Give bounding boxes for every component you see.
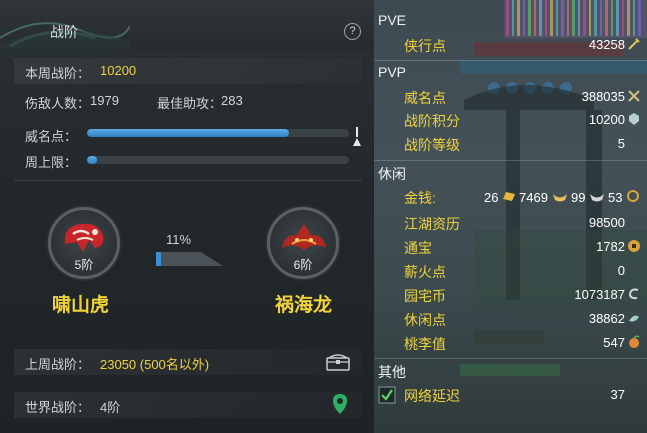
section-separator xyxy=(374,160,647,161)
row-jianghu: 江湖资历 98500 xyxy=(374,211,647,234)
row-rank-score-value: 10200 xyxy=(588,112,625,127)
row-tongbao-label: 通宝 xyxy=(404,240,432,256)
money-copper-value: 99 xyxy=(571,190,586,205)
row-house-coin-value: 1073187 xyxy=(574,287,625,302)
section-separator xyxy=(374,358,647,359)
help-button[interactable]: ? xyxy=(344,23,361,40)
money-gold-value: 26 xyxy=(484,190,499,205)
prestige-label: 威名点： xyxy=(25,129,78,144)
section-leisure: 休闲 xyxy=(378,166,406,182)
row-prestige: 威名点 388035 xyxy=(374,85,647,108)
money-silver-value: 7469 xyxy=(519,190,548,205)
money-label: 金钱: xyxy=(404,190,436,206)
row-leisure-points-value: 38862 xyxy=(588,311,625,326)
row-house-coin: 园宅币 1073187 xyxy=(374,283,647,306)
section-pve: PVE xyxy=(378,12,407,28)
section-separator xyxy=(374,60,647,61)
section-pvp: PVP xyxy=(378,64,407,80)
sword-icon xyxy=(628,38,640,50)
current-rank-emblem[interactable]: 5阶 xyxy=(48,207,120,279)
gold-ingot-icon xyxy=(503,192,515,201)
peach-icon xyxy=(629,335,640,348)
section-other: 其他 xyxy=(378,364,406,380)
dragon-mask-icon xyxy=(282,224,326,250)
last-week-value: 23050 (500名以外) xyxy=(100,357,210,372)
last-week-row: 上周战阶： 23050 (500名以外) xyxy=(14,349,362,375)
row-latency[interactable]: 网络延迟 37 xyxy=(374,383,647,406)
row-latency-label: 网络延迟 xyxy=(404,388,460,404)
row-tongbao-value: 1782 xyxy=(596,239,625,254)
tiger-mask-icon xyxy=(64,223,104,252)
weekly-cap-bar xyxy=(87,156,349,164)
row-house-coin-label: 园宅币 xyxy=(404,288,446,304)
latency-checkbox[interactable] xyxy=(378,386,396,404)
row-prestige-value: 388035 xyxy=(581,89,625,104)
row-rank-level-label: 战阶等级 xyxy=(404,137,460,153)
row-xinhuo: 薪火点 0 xyxy=(374,259,647,282)
row-rank-level: 战阶等级 5 xyxy=(374,132,647,155)
assist-label: 最佳助攻： xyxy=(157,96,223,111)
screen: { "left_panel": { "title": "战阶", "help":… xyxy=(0,0,647,433)
row-xiaxing: 侠行点 43258 xyxy=(374,33,647,56)
row-xinhuo-label: 薪火点 xyxy=(404,264,446,280)
leisure-icon xyxy=(629,315,639,322)
panel-title: 战阶 xyxy=(50,24,78,40)
money-ingot-value: 53 xyxy=(608,190,623,205)
week-rank-value: 10200 xyxy=(100,63,137,78)
row-xinhuo-value: 0 xyxy=(617,263,625,278)
world-rank-label: 世界战阶： xyxy=(25,400,91,415)
divider xyxy=(14,180,362,181)
rank-progress-arrow xyxy=(156,252,223,266)
assist-value: 283 xyxy=(221,93,243,108)
next-rank-level: 6阶 xyxy=(293,258,313,272)
copper-coin-icon xyxy=(627,190,639,202)
last-week-label: 上周战阶： xyxy=(25,357,91,372)
row-latency-value: 37 xyxy=(610,387,625,402)
world-rank-row: 世界战阶： 4阶 xyxy=(14,392,362,418)
copper-ingot-icon xyxy=(590,194,604,202)
house-coin-icon xyxy=(628,288,639,300)
row-taoli-label: 桃李值 xyxy=(404,336,446,352)
row-leisure-points: 休闲点 38862 xyxy=(374,307,647,330)
coin-icon xyxy=(628,240,640,252)
rank-panel: 战阶 ? 本周战阶： 10200 伤敌人数： 1979 最佳助攻： 283 威名… xyxy=(0,0,374,433)
rank-progress-label: 11% xyxy=(166,232,192,247)
panel-header: 战阶 ? xyxy=(0,0,374,50)
week-rank-row: 本周战阶： 10200 xyxy=(14,58,362,84)
location-pin-icon[interactable] xyxy=(332,393,348,415)
row-jianghu-value: 98500 xyxy=(588,215,625,230)
prestige-bar-fill xyxy=(87,129,289,137)
row-xiaxing-label: 侠行点 xyxy=(404,38,446,54)
damage-value: 1979 xyxy=(90,93,119,108)
prestige-bar xyxy=(87,129,349,137)
silver-ingot-icon xyxy=(553,194,567,202)
crest-icon xyxy=(629,113,639,125)
rank-progress-fill xyxy=(156,252,161,266)
cap-marker-icon xyxy=(353,127,361,146)
row-taoli-value: 547 xyxy=(603,335,625,350)
weekly-cap-label: 周上限： xyxy=(25,155,78,170)
prestige-icon xyxy=(628,90,640,102)
row-leisure-points-label: 休闲点 xyxy=(404,312,446,328)
chest-icon[interactable] xyxy=(326,353,350,371)
current-rank-name: 啸山虎 xyxy=(52,295,110,316)
row-tongbao: 通宝 1782 xyxy=(374,235,647,258)
damage-label: 伤敌人数： xyxy=(25,96,91,111)
week-rank-label: 本周战阶： xyxy=(25,66,91,81)
row-jianghu-label: 江湖资历 xyxy=(404,216,460,232)
currency-panel: PVE 侠行点 43258 PVP 威名点 388035 战阶积分 10200 … xyxy=(374,0,647,433)
row-rank-score: 战阶积分 10200 xyxy=(374,108,647,131)
world-rank-value: 4阶 xyxy=(100,400,121,415)
next-rank-name: 祸海龙 xyxy=(275,295,333,316)
row-rank-score-label: 战阶积分 xyxy=(404,113,460,129)
row-rank-level-value: 5 xyxy=(617,136,625,151)
weekly-cap-bar-fill xyxy=(87,156,98,164)
next-rank-emblem[interactable]: 6阶 xyxy=(267,207,339,279)
row-xiaxing-value: 43258 xyxy=(588,37,625,52)
current-rank-level: 5阶 xyxy=(74,258,94,272)
row-taoli: 桃李值 547 xyxy=(374,331,647,354)
row-prestige-label: 威名点 xyxy=(404,90,446,106)
